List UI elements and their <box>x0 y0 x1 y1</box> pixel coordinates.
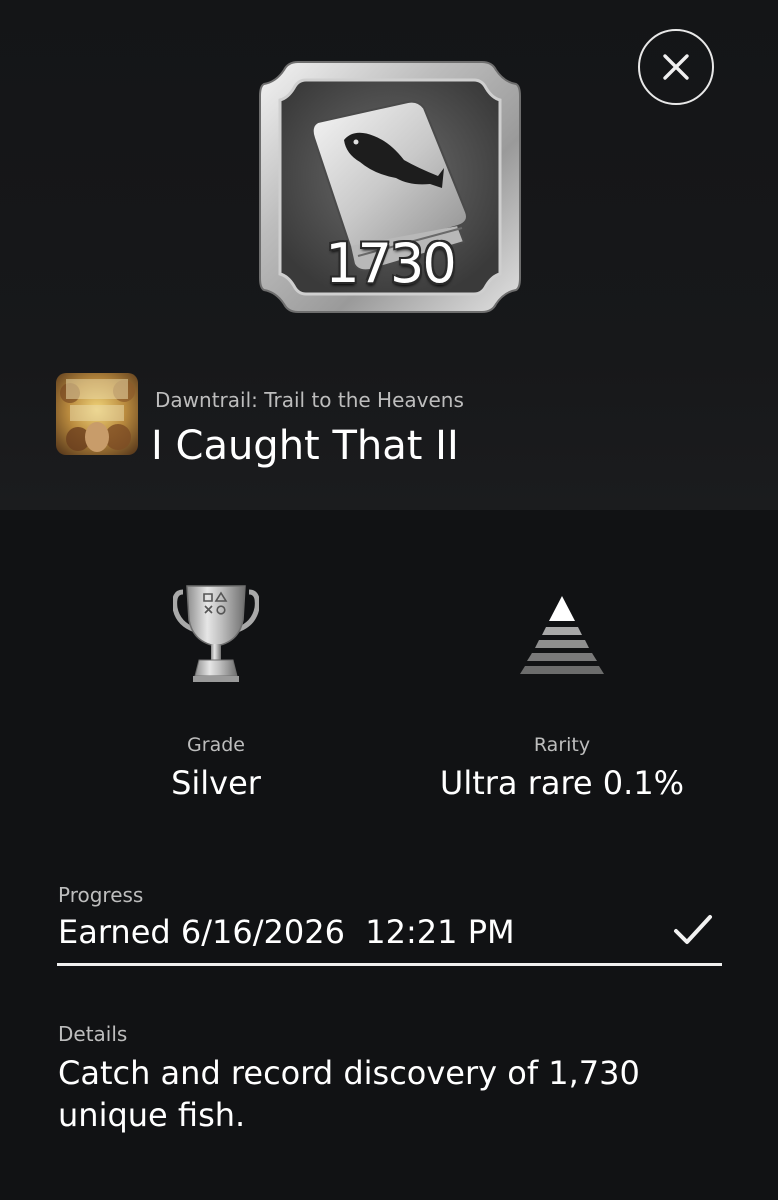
grade-icon-wrap <box>56 580 376 700</box>
progress-value: Earned 6/16/2026 12:21 PM <box>58 913 515 951</box>
rarity-pyramid-icon <box>509 596 604 674</box>
grade-label: Grade <box>187 734 245 756</box>
silver-trophy-icon <box>173 585 259 682</box>
details-label: Details <box>58 1022 128 1046</box>
details-text: Catch and record discovery of 1,730 uniq… <box>58 1054 640 1134</box>
grade-stat: Grade Silver <box>56 580 376 802</box>
close-icon <box>663 54 689 80</box>
rarity-stat: Rarity Ultra rare 0.1% <box>402 580 722 802</box>
close-button[interactable] <box>638 29 714 105</box>
trophy-art-number: 1730 <box>325 232 456 295</box>
game-cover-icon <box>56 373 138 455</box>
game-title: Dawntrail: Trail to the Heavens <box>155 388 464 412</box>
rarity-value: Ultra rare 0.1% <box>439 764 685 802</box>
rarity-icon-wrap <box>402 580 722 700</box>
rarity-label: Rarity <box>533 734 591 756</box>
progress-label: Progress <box>58 883 144 907</box>
game-thumbnail[interactable] <box>56 373 138 455</box>
checkmark-icon <box>674 915 712 944</box>
trophy-name: I Caught That II <box>151 423 459 469</box>
trophy-art: 1730 <box>258 56 522 318</box>
progress-bar <box>57 963 722 966</box>
progress-fill <box>57 963 722 966</box>
grade-value: Silver <box>171 764 261 802</box>
